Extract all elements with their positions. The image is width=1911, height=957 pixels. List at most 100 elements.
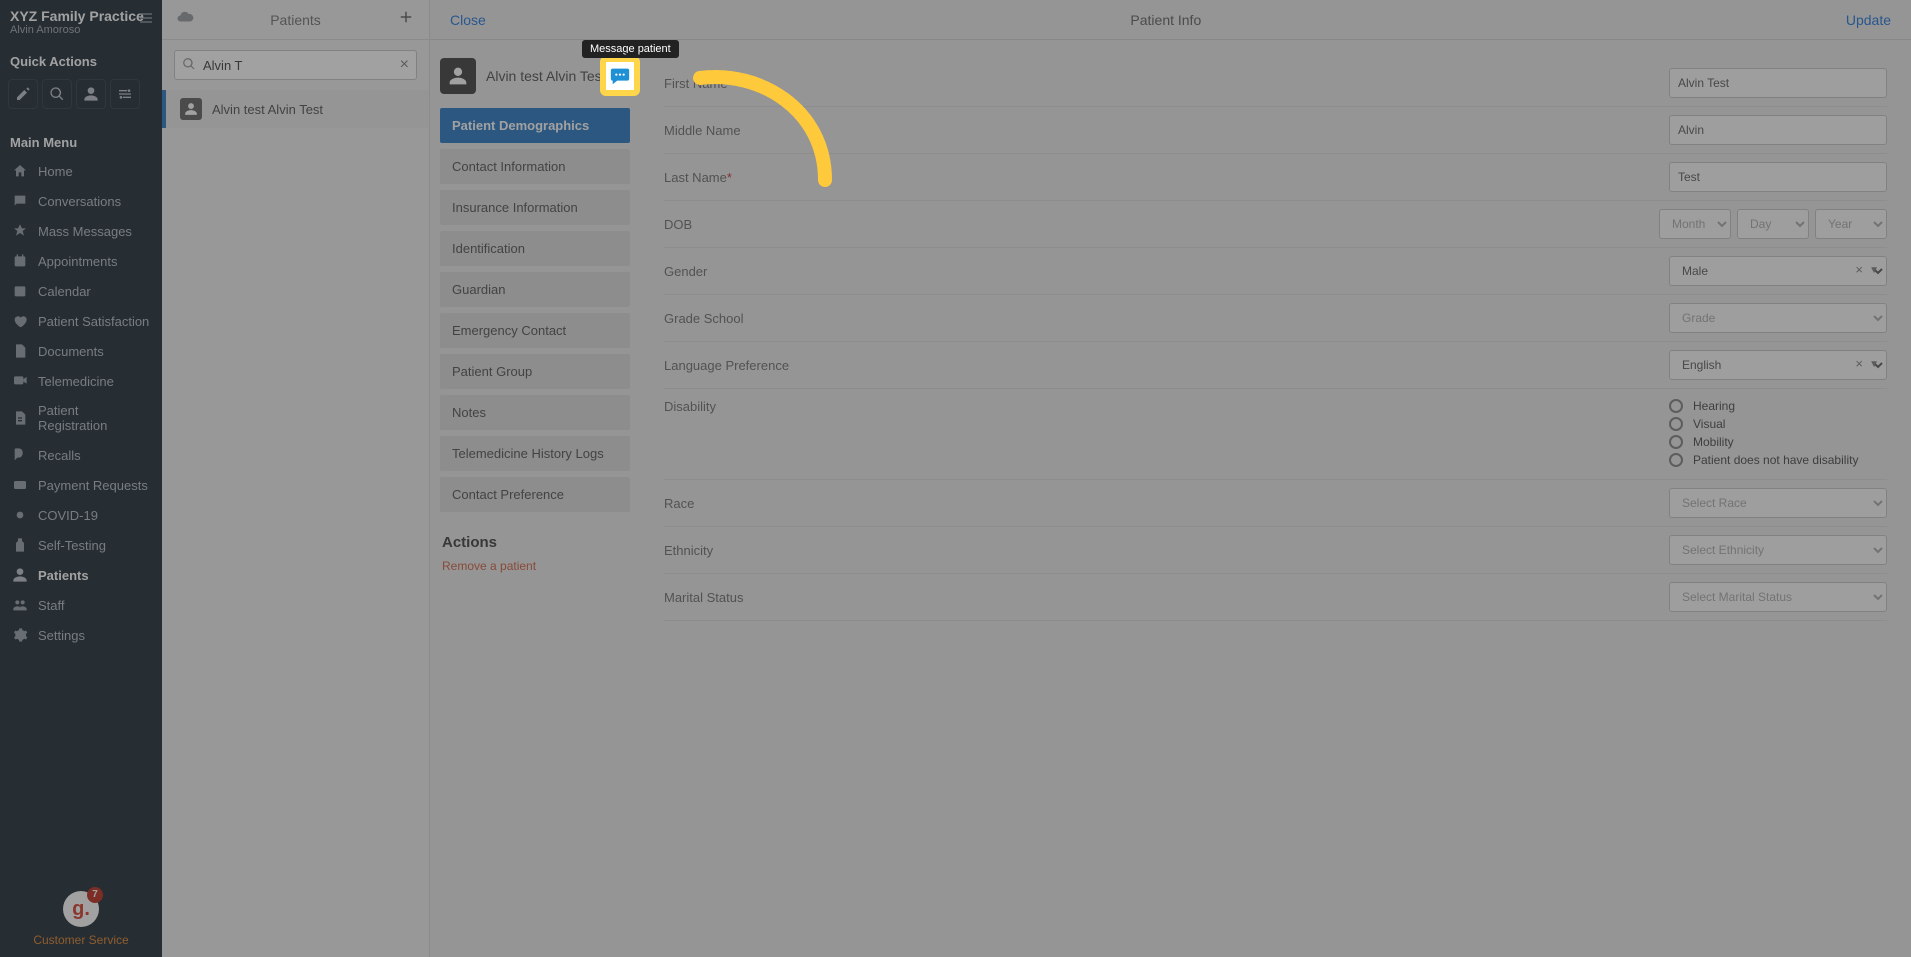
add-patient-icon[interactable]: [397, 8, 415, 31]
qa-compose-icon[interactable]: [8, 79, 38, 109]
menu-item-label: Conversations: [38, 194, 121, 209]
menu-item-label: Home: [38, 164, 73, 179]
patient-name: Alvin test Alvin Test: [486, 68, 606, 84]
section-emergency-contact[interactable]: Emergency Contact: [440, 313, 630, 348]
section-guardian[interactable]: Guardian: [440, 272, 630, 307]
menu-item-label: COVID-19: [38, 508, 98, 523]
patient-avatar-icon: [440, 58, 476, 94]
disability-option[interactable]: Mobility: [1669, 435, 1887, 449]
search-icon: [182, 57, 196, 76]
menu-item-label: Staff: [38, 598, 65, 613]
clear-search-icon[interactable]: ×: [400, 56, 409, 74]
search-input[interactable]: [174, 50, 417, 80]
menu-item-self-testing[interactable]: Self-Testing: [0, 530, 162, 560]
ethnicity-select[interactable]: Select Ethnicity: [1669, 535, 1887, 565]
gender-select[interactable]: Male: [1669, 256, 1887, 286]
home-icon: [12, 163, 28, 179]
section-insurance-information[interactable]: Insurance Information: [440, 190, 630, 225]
menu-item-recalls[interactable]: Recalls: [0, 440, 162, 470]
menu-item-home[interactable]: Home: [0, 156, 162, 186]
menu-item-label: Payment Requests: [38, 478, 148, 493]
close-link[interactable]: Close: [450, 12, 486, 28]
qa-sliders-icon[interactable]: [110, 79, 140, 109]
menu-item-settings[interactable]: Settings: [0, 620, 162, 650]
main-menu: Home Conversations Mass Messages Appointmen…: [0, 156, 162, 650]
section-patient-group[interactable]: Patient Group: [440, 354, 630, 389]
disability-option[interactable]: Visual: [1669, 417, 1887, 431]
patients-icon: [12, 567, 28, 583]
detail-title: Patient Info: [486, 12, 1846, 28]
chevron-down-icon: ▼: [1869, 265, 1879, 276]
dob-month-select[interactable]: Month: [1659, 209, 1731, 239]
customer-service-label[interactable]: Customer Service: [0, 933, 162, 947]
sidebar: XYZ Family Practice Alvin Amoroso Quick …: [0, 0, 162, 957]
race-label: Race: [664, 496, 1344, 511]
menu-item-patients[interactable]: Patients: [0, 560, 162, 590]
language-clear-icon[interactable]: ×: [1855, 356, 1863, 371]
menu-item-staff[interactable]: Staff: [0, 590, 162, 620]
menu-item-covid-19[interactable]: COVID-19: [0, 500, 162, 530]
menu-item-label: Patient Registration: [38, 403, 150, 433]
section-contact-information[interactable]: Contact Information: [440, 149, 630, 184]
last-name-input[interactable]: [1669, 162, 1887, 192]
recall-icon: [12, 447, 28, 463]
menu-item-label: Calendar: [38, 284, 91, 299]
section-identification[interactable]: Identification: [440, 231, 630, 266]
logo-icon[interactable]: g.7: [63, 891, 99, 927]
menu-item-label: Settings: [38, 628, 85, 643]
menu-item-calendar[interactable]: Calendar: [0, 276, 162, 306]
language-select[interactable]: English: [1669, 350, 1887, 380]
qa-user-icon[interactable]: [76, 79, 106, 109]
menu-item-telemedicine[interactable]: Telemedicine: [0, 366, 162, 396]
grade-select[interactable]: Grade: [1669, 303, 1887, 333]
section-telemedicine-history-logs[interactable]: Telemedicine History Logs: [440, 436, 630, 471]
remove-patient-link[interactable]: Remove a patient: [440, 559, 630, 573]
marital-label: Marital Status: [664, 590, 1344, 605]
menu-item-patient-satisfaction[interactable]: Patient Satisfaction: [0, 306, 162, 336]
first-name-input[interactable]: [1669, 68, 1887, 98]
menu-item-conversations[interactable]: Conversations: [0, 186, 162, 216]
patients-header: Patients: [162, 0, 429, 40]
menu-item-label: Appointments: [38, 254, 118, 269]
reg-icon: [12, 410, 28, 426]
dob-day-select[interactable]: Day: [1737, 209, 1809, 239]
search-box: ×: [174, 50, 417, 80]
disability-option[interactable]: Hearing: [1669, 399, 1887, 413]
search-result-item[interactable]: Alvin test Alvin Test: [162, 90, 429, 128]
disability-option-label: Patient does not have disability: [1693, 453, 1858, 467]
detail-header: Close Patient Info Update: [430, 0, 1911, 40]
language-label: Language Preference: [664, 358, 1344, 373]
gender-label: Gender: [664, 264, 1344, 279]
hamburger-icon[interactable]: [138, 10, 154, 31]
cloud-icon[interactable]: [176, 8, 194, 31]
menu-item-patient-registration[interactable]: Patient Registration: [0, 396, 162, 440]
update-link[interactable]: Update: [1846, 12, 1891, 28]
doc-icon: [12, 343, 28, 359]
menu-item-appointments[interactable]: Appointments: [0, 246, 162, 276]
practice-name: XYZ Family Practice: [10, 8, 152, 24]
marital-select[interactable]: Select Marital Status: [1669, 582, 1887, 612]
quick-actions-title: Quick Actions: [0, 40, 162, 75]
user-name: Alvin Amoroso: [10, 24, 152, 36]
section-patient-demographics[interactable]: Patient Demographics: [440, 108, 630, 143]
disability-option[interactable]: Patient does not have disability: [1669, 453, 1887, 467]
menu-item-documents[interactable]: Documents: [0, 336, 162, 366]
radio-icon: [1669, 453, 1683, 467]
heart-icon: [12, 313, 28, 329]
disability-option-label: Mobility: [1693, 435, 1734, 449]
dob-year-select[interactable]: Year: [1815, 209, 1887, 239]
cal-icon: [12, 283, 28, 299]
gender-clear-icon[interactable]: ×: [1855, 262, 1863, 277]
race-select[interactable]: Select Race: [1669, 488, 1887, 518]
menu-item-payment-requests[interactable]: Payment Requests: [0, 470, 162, 500]
section-contact-preference[interactable]: Contact Preference: [440, 477, 630, 512]
menu-item-mass-messages[interactable]: Mass Messages: [0, 216, 162, 246]
menu-item-label: Patient Satisfaction: [38, 314, 149, 329]
section-notes[interactable]: Notes: [440, 395, 630, 430]
section-list: Patient Demographics Contact Information I…: [440, 108, 630, 512]
middle-name-input[interactable]: [1669, 115, 1887, 145]
message-patient-button[interactable]: [602, 58, 638, 94]
actions-header: Actions: [442, 534, 630, 551]
chevron-down-icon: ▼: [1869, 359, 1879, 370]
qa-search-icon[interactable]: [42, 79, 72, 109]
